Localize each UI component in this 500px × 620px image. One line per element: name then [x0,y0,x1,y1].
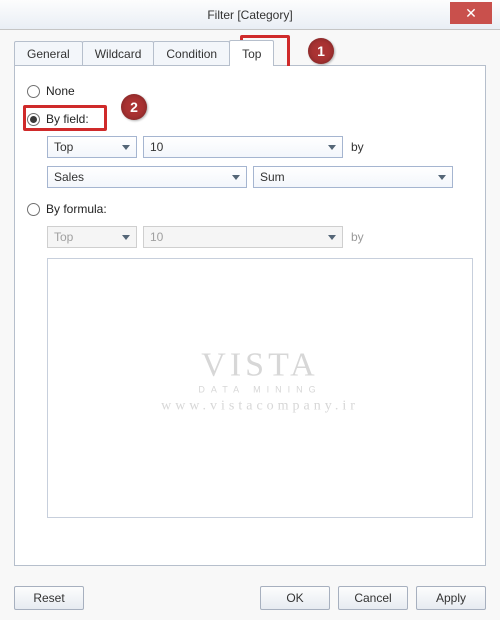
watermark: VISTA DATA MINING www.vistacompany.ir [130,348,390,414]
by-field-row2: Sales Sum [47,166,473,188]
by-field-field-combo[interactable]: Sales [47,166,247,188]
tab-strip: General Wildcard Condition Top 1 [14,40,486,66]
annotation-callout-1: 1 [308,38,334,64]
annotation-callout-2: 2 [121,94,147,120]
by-formula-count-combo: 10 [143,226,343,248]
titlebar: Filter [Category] ✕ [0,0,500,30]
watermark-url: www.vistacompany.ir [130,398,390,414]
by-formula-direction-combo: Top [47,226,137,248]
button-bar: Reset OK Cancel Apply [0,576,500,620]
radio-by-formula-row[interactable]: By formula: [27,198,473,220]
radio-none[interactable] [27,85,40,98]
chevron-down-icon [328,235,336,240]
chevron-down-icon [328,145,336,150]
window-title: Filter [Category] [207,8,292,22]
chevron-down-icon [232,175,240,180]
formula-textarea: VISTA DATA MINING www.vistacompany.ir [47,258,473,518]
by-field-count-combo[interactable]: 10 [143,136,343,158]
by-field-count-value: 10 [150,140,163,154]
ok-button[interactable]: OK [260,586,330,610]
radio-by-field-row[interactable]: By field: [27,108,473,130]
by-formula-row1: Top 10 by [47,226,473,248]
reset-button[interactable]: Reset [14,586,84,610]
tab-general[interactable]: General [14,41,83,65]
radio-by-field[interactable] [27,113,40,126]
dialog-body: General Wildcard Condition Top 1 None By… [0,30,500,576]
by-field-controls: Top 10 by Sales Sum [47,136,473,188]
cancel-button[interactable]: Cancel [338,586,408,610]
radio-by-field-label: By field: [46,112,89,126]
by-formula-direction-value: Top [54,230,73,244]
by-field-by-label: by [349,140,366,154]
chevron-down-icon [438,175,446,180]
by-field-field-value: Sales [54,170,84,184]
radio-none-row[interactable]: None [27,80,473,102]
radio-by-formula[interactable] [27,203,40,216]
apply-button[interactable]: Apply [416,586,486,610]
radio-by-formula-label: By formula: [46,202,107,216]
tab-condition[interactable]: Condition [153,41,230,65]
chevron-down-icon [122,145,130,150]
by-formula-count-value: 10 [150,230,163,244]
by-field-direction-value: Top [54,140,73,154]
by-formula-controls: Top 10 by [47,226,473,248]
by-field-row1: Top 10 by [47,136,473,158]
close-button[interactable]: ✕ [450,2,492,24]
tab-top[interactable]: Top [229,40,274,66]
by-field-agg-value: Sum [260,170,285,184]
tab-wildcard[interactable]: Wildcard [82,41,155,65]
radio-none-label: None [46,84,75,98]
by-formula-by-label: by [349,230,366,244]
by-field-agg-combo[interactable]: Sum [253,166,453,188]
by-field-direction-combo[interactable]: Top [47,136,137,158]
watermark-logo: VISTA [130,348,390,382]
watermark-subtitle: DATA MINING [130,384,390,394]
tab-panel-top: None By field: 2 Top 10 by S [14,66,486,566]
chevron-down-icon [122,235,130,240]
close-icon: ✕ [465,5,477,22]
button-bar-right: OK Cancel Apply [260,586,486,610]
